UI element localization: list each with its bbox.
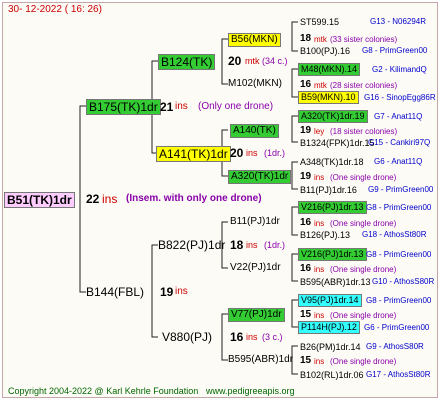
dam-line-unit: ins [175,286,188,297]
gen4-tag-3: G2 - KilimandQ [372,65,427,74]
sire-line-unit: ins [175,101,188,112]
gen3-queen-2[interactable]: M102(MKN) [228,78,282,90]
dam-line-queen[interactable]: B144(FBL) [86,285,144,299]
gen4-queen-12[interactable]: B595(ABR)1dr.13 [300,276,371,288]
gen4-queen-6[interactable]: B1324(FPK)1dr.15 [300,137,375,149]
gen4-queen-13[interactable]: V95(PJ)1dr.14 [298,294,362,307]
root-count: 22 [86,192,100,206]
gen3-queen-7[interactable]: V77(PJ)1dr [228,308,285,322]
gen4-tag-15: G9 - AthosS80R [366,342,424,351]
gen4-queen-7[interactable]: A348(TK)1dr.18 [300,156,364,168]
gen4-queen-11[interactable]: V216(PJ)1dr.13 [298,248,367,261]
gen3-count-2: 16 [300,79,312,90]
gen3-unit-6: ins [314,265,325,274]
gen4-tag-14: G6 - PrimGreen00 [364,323,430,332]
gen2-note-3: (1dr.) [264,240,286,250]
gen4-tag-7: G6 - Anat11Q [374,157,423,166]
gen3-count-1: 18 [300,33,312,44]
gen4-queen-5[interactable]: A320(TK)1dr.19 [298,110,368,123]
gen4-tag-1: G13 - N06294R [370,17,427,26]
gen4-queen-8[interactable]: B11(PJ)1dr.16 [300,184,357,196]
gen3-queen-5[interactable]: B11(PJ)1dr [230,216,280,228]
gen3-queen-4[interactable]: A320(TK)1dr [228,170,292,184]
gen2-unit-3: ins [246,240,258,250]
dam-line-count: 19 [160,285,174,299]
gen4-tag-13: G8 - PrimGreen00 [366,296,432,305]
gen2-queen-4[interactable]: V880(PJ) [162,330,212,344]
gen4-tag-6: G15 - Cankiri97Q [368,138,431,147]
gen4-tag-16: G17 - AthosSt80R [366,370,431,379]
gen4-tag-12: G10 - AthosS80R [372,277,435,286]
gen2-unit-2: ins [246,148,258,158]
gen2-note-2: (1dr.) [264,148,286,158]
gen2-queen-2[interactable]: A141(TK)1dr [156,146,231,162]
root-note: (Insem. with only one drone) [126,193,262,204]
gen3-queen-6[interactable]: V22(PJ)1dr [230,262,281,274]
gen3-count-6: 16 [300,263,312,274]
sire-line-note: (Only one drone) [198,101,274,112]
gen4-tag-4: G16 - SinopEgg86R [364,93,436,102]
gen3-count-3: 19 [300,125,312,136]
gen4-queen-4[interactable]: B59(MKN).10 [298,91,359,104]
footer-site-link[interactable]: www.pedigreeapis.org [206,385,295,397]
gen4-tag-8: G9 - PrimGreen00 [368,185,434,194]
gen4-queen-10[interactable]: B126(PJ).13 [300,229,350,241]
root-queen[interactable]: B51(TK)1dr [4,192,75,208]
gen4-queen-16[interactable]: B102(RL)1dr.06 [300,369,364,381]
gen3-queen-8[interactable]: B595(ABR)1dr [228,354,293,366]
gen4-tag-11: G8 - PrimGreen00 [366,250,432,259]
gen2-queen-1[interactable]: B124(TK) [158,54,216,70]
gen3-unit-8: ins [314,357,325,366]
root-unit: ins [102,192,118,206]
gen3-count-8: 15 [300,355,312,366]
gen4-tag-10: G18 - AthosSt80R [362,230,427,239]
gen2-note-1: (34 c.) [262,56,288,66]
gen2-count-1: 20 [228,54,242,68]
gen4-tag-2: G8 - PrimGreen00 [362,46,428,55]
gen3-unit-4: ins [314,173,325,182]
gen3-count-4: 19 [300,171,312,182]
gen3-note-4: (One single drone) [330,173,397,182]
report-date: 30- 12-2022 ( 16: 26) [8,4,102,15]
gen3-count-7: 15 [300,309,312,320]
gen2-note-4: (3 c.) [262,332,283,342]
gen3-queen-1[interactable]: B56(MKN) [228,33,281,47]
gen3-note-6: (One single drone) [330,265,397,274]
gen4-queen-15[interactable]: B26(PM)1dr.14 [300,341,361,353]
gen4-queen-1[interactable]: ST599.15 [300,16,339,28]
gen4-queen-3[interactable]: M48(MKN).14 [298,63,361,76]
gen2-count-4: 16 [230,330,244,344]
footer-copyright: Copyright 2004-2022 @ Karl Kehrle Founda… [8,386,199,396]
gen2-count-3: 18 [230,238,244,252]
gen4-tag-5: G7 - Anat11Q [374,112,423,121]
gen4-tag-9: G8 - PrimGreen00 [366,203,432,212]
gen4-queen-14[interactable]: P114H(PJ).12 [298,321,360,334]
gen2-queen-3[interactable]: B822(PJ)1dr [158,238,225,252]
gen2-unit-4: ins [246,332,258,342]
gen4-queen-2[interactable]: B100(PJ).16 [300,45,350,57]
gen3-queen-3[interactable]: A140(TK) [230,124,279,138]
gen3-count-5: 16 [300,217,312,228]
gen3-note-8: (One single drone) [330,357,397,366]
gen2-unit-1: mtk [245,56,260,66]
gen4-queen-9[interactable]: V216(PJ)1dr.13 [298,201,367,214]
sire-line-queen[interactable]: B175(TK)1dr [86,99,161,115]
gen2-count-2: 20 [230,146,244,160]
sire-line-count: 21 [160,100,174,114]
